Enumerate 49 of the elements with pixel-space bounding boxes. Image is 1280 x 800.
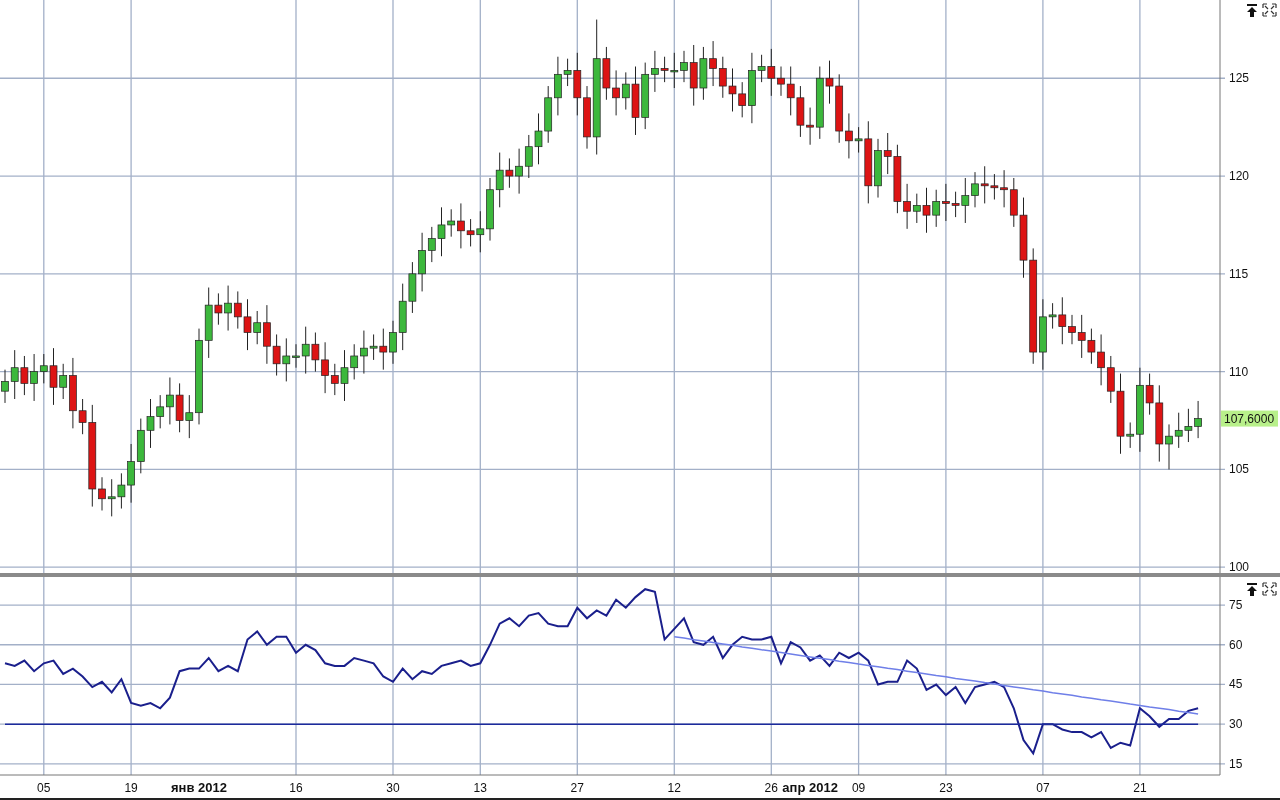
axis-label: 15 bbox=[1229, 756, 1243, 771]
date-label: 27 bbox=[570, 781, 584, 795]
candlestick bbox=[175, 382, 184, 433]
date-label: 23 bbox=[939, 781, 953, 795]
date-label: 13 bbox=[473, 781, 487, 795]
candlestick bbox=[408, 261, 417, 314]
date-label: 30 bbox=[386, 781, 400, 795]
candlestick bbox=[728, 67, 737, 112]
axis-label: 100 bbox=[1229, 560, 1250, 575]
last-price-tag: 107,6000 bbox=[1221, 410, 1278, 427]
candlestick bbox=[311, 332, 320, 373]
candlestick bbox=[699, 46, 708, 101]
axis-label: 105 bbox=[1229, 462, 1250, 477]
date-label: 26 bbox=[764, 781, 778, 795]
candlestick bbox=[1184, 408, 1193, 443]
candlestick bbox=[932, 189, 941, 228]
candlestick bbox=[136, 418, 145, 474]
candlestick bbox=[1174, 412, 1183, 449]
date-label: 12 bbox=[667, 781, 681, 795]
candlestick bbox=[524, 134, 533, 179]
date-label: апр 2012 bbox=[782, 780, 838, 795]
candlestick bbox=[233, 290, 242, 330]
pin-top-icon[interactable] bbox=[1247, 583, 1257, 596]
axis-label: 45 bbox=[1229, 677, 1243, 692]
axis-label: 115 bbox=[1229, 266, 1249, 281]
date-label: 07 bbox=[1036, 781, 1050, 795]
candlestick bbox=[718, 56, 727, 99]
candlestick bbox=[544, 85, 553, 144]
date-label: 16 bbox=[289, 781, 303, 795]
expand-icon[interactable] bbox=[1262, 582, 1277, 596]
axis-label: 110 bbox=[1229, 364, 1249, 379]
pin-top-icon[interactable] bbox=[1247, 4, 1257, 17]
axis-label: 125 bbox=[1229, 71, 1250, 86]
date-label: 21 bbox=[1133, 781, 1147, 795]
candlestick bbox=[107, 478, 116, 517]
candlestick bbox=[20, 355, 29, 396]
date-label: янв 2012 bbox=[171, 780, 227, 795]
candlestick bbox=[534, 112, 543, 165]
date-label: 19 bbox=[124, 781, 138, 795]
axis-label: 30 bbox=[1229, 717, 1243, 732]
candlestick bbox=[796, 85, 805, 138]
date-label: 05 bbox=[37, 781, 51, 795]
axis-label: 60 bbox=[1229, 637, 1243, 652]
expand-icon[interactable] bbox=[1262, 3, 1277, 17]
axis-label: 75 bbox=[1229, 598, 1243, 613]
candlestick bbox=[670, 52, 679, 89]
axis-label: 120 bbox=[1229, 169, 1250, 184]
date-label: 09 bbox=[851, 781, 866, 795]
candlestick bbox=[272, 333, 281, 377]
